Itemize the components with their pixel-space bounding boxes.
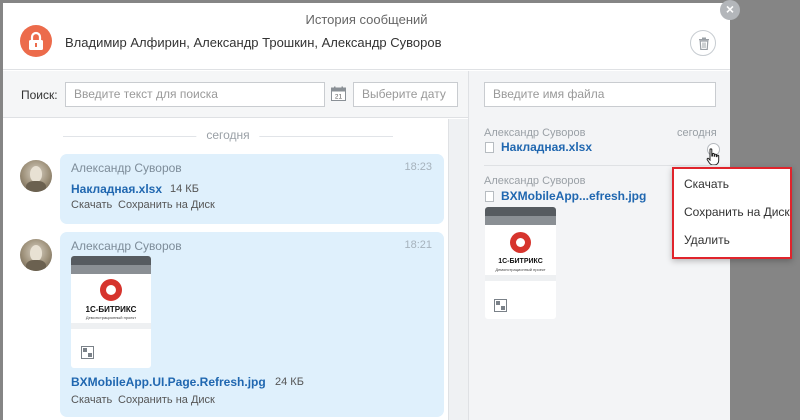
bitrix-logo <box>100 279 122 301</box>
file-date: сегодня <box>677 127 717 139</box>
calendar-icon[interactable]: 21 <box>331 86 346 101</box>
file-divider <box>484 165 716 166</box>
menu-item-download[interactable]: Скачать <box>684 177 729 191</box>
qr-icon <box>81 346 94 359</box>
avatar[interactable] <box>20 239 52 271</box>
file-icon <box>485 191 494 202</box>
close-icon[interactable]: × <box>720 0 740 20</box>
menu-item-delete[interactable]: Удалить <box>684 233 730 247</box>
message-time: 18:23 <box>404 161 432 173</box>
message-time: 18:21 <box>404 239 432 251</box>
search-input[interactable]: Введите текст для поиска <box>65 82 325 107</box>
file-link[interactable]: BXMobileApp.UI.Page.Refresh.jpg <box>71 375 266 389</box>
calendar-day: 21 <box>335 94 343 101</box>
search-bar: Поиск: Введите текст для поиска 21 Выбер… <box>3 71 468 118</box>
save-to-disk-link[interactable]: Сохранить на Диск <box>118 394 215 406</box>
image-thumbnail[interactable]: 1С-БИТРИКС Демонстрационный проект <box>71 256 151 368</box>
chat-participants: Владимир Алфирин, Александр Трошкин, Але… <box>65 35 442 50</box>
trash-icon <box>699 37 709 50</box>
delete-history-button[interactable] <box>690 30 716 56</box>
lock-icon <box>20 25 52 57</box>
dialog-header: История сообщений Владимир Алфирин, Алек… <box>3 3 730 70</box>
thumbnail-subtitle: Демонстрационный проект <box>85 315 137 320</box>
file-search-input[interactable]: Введите имя файла <box>484 82 716 107</box>
avatar[interactable] <box>20 160 52 192</box>
download-link[interactable]: Скачать <box>71 199 112 211</box>
file-size: 24 КБ <box>275 376 304 388</box>
hand-cursor-icon <box>706 148 720 166</box>
dialog-title: История сообщений <box>305 12 428 27</box>
message-list: сегодня Александр Суворов 18:23 Накладна… <box>3 119 448 420</box>
file-link[interactable]: Накладная.xlsx <box>501 140 592 154</box>
file-author: Александр Суворов <box>484 127 586 139</box>
file-link[interactable]: Накладная.xlsx <box>71 182 162 196</box>
day-separator: сегодня <box>63 128 393 144</box>
message-author[interactable]: Александр Суворов <box>71 239 182 253</box>
thumbnail-brand: 1С-БИТРИКС <box>498 258 543 265</box>
message-author[interactable]: Александр Суворов <box>71 161 182 175</box>
file-context-menu: Скачать Сохранить на Диск Удалить <box>672 167 792 259</box>
date-input[interactable]: Выберите дату <box>353 82 458 107</box>
search-label: Поиск: <box>21 88 58 102</box>
save-to-disk-link[interactable]: Сохранить на Диск <box>118 199 215 211</box>
file-link[interactable]: BXMobileApp...efresh.jpg <box>501 189 646 203</box>
bitrix-logo <box>510 232 531 253</box>
thumbnail-brand: 1С-БИТРИКС <box>85 305 137 314</box>
message-bubble: Александр Суворов 18:23 Накладная.xlsx 1… <box>60 154 444 224</box>
qr-icon <box>494 299 507 312</box>
file-icon <box>485 142 494 153</box>
file-author: Александр Суворов <box>484 175 586 187</box>
download-link[interactable]: Скачать <box>71 394 112 406</box>
scrollbar[interactable] <box>448 119 468 420</box>
file-size: 14 КБ <box>170 183 199 195</box>
thumbnail-subtitle: Демонстрационный проект <box>495 267 546 272</box>
day-separator-label: сегодня <box>196 128 260 142</box>
menu-item-save-to-disk[interactable]: Сохранить на Диск <box>684 205 790 219</box>
message-bubble: Александр Суворов 18:21 1С-БИТРИКС Демон… <box>60 232 444 417</box>
image-thumbnail[interactable]: 1С-БИТРИКС Демонстрационный проект <box>485 207 556 319</box>
message-history-dialog: История сообщений Владимир Алфирин, Алек… <box>3 3 730 420</box>
